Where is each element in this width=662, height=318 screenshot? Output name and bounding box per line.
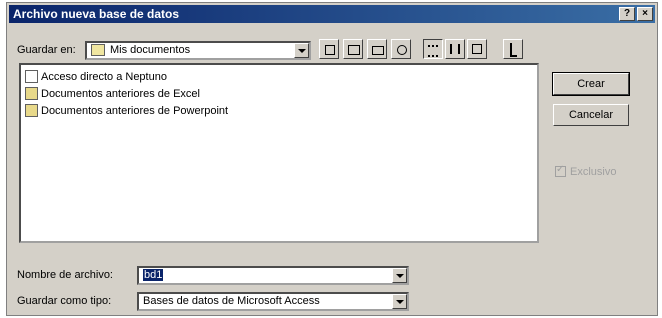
file-name: Documentos anteriores de Excel	[41, 88, 200, 100]
filename-label: Nombre de archivo:	[17, 269, 113, 281]
list-item[interactable]: Documentos anteriores de Powerpoint	[25, 103, 228, 119]
exclusive-label: Exclusivo	[570, 166, 617, 178]
exclusive-checkbox[interactable]: Exclusivo	[555, 164, 617, 178]
help-button[interactable]: ?	[619, 7, 635, 21]
save-in-value: Mis documentos	[110, 44, 191, 56]
details-view-icon	[450, 44, 460, 54]
list-view-icon	[428, 45, 438, 57]
back-icon	[325, 45, 335, 55]
up-folder-button[interactable]	[343, 39, 363, 59]
save-in-label: Guardar en:	[17, 44, 76, 56]
folder-icon	[25, 103, 38, 117]
chevron-down-icon[interactable]	[392, 268, 407, 283]
globe-icon	[397, 45, 407, 55]
close-button[interactable]: ×	[637, 7, 653, 21]
filename-value: bd1	[143, 269, 164, 281]
cancel-button[interactable]: Cancelar	[553, 104, 629, 126]
list-item[interactable]: Acceso directo a Neptuno	[25, 69, 167, 85]
file-name: Acceso directo a Neptuno	[41, 71, 167, 83]
title-bar[interactable]: Archivo nueva base de datos ? ×	[9, 5, 655, 23]
properties-view-button[interactable]	[467, 39, 487, 59]
checkbox-icon	[555, 164, 566, 177]
chevron-down-icon[interactable]	[392, 294, 407, 309]
file-list[interactable]: Acceso directo a Neptuno Documentos ante…	[19, 63, 539, 243]
filetype-dropdown[interactable]: Bases de datos de Microsoft Access	[137, 292, 409, 311]
list-view-button[interactable]	[423, 39, 443, 59]
new-database-dialog: Archivo nueva base de datos ? × Guardar …	[6, 2, 658, 316]
properties-view-icon	[472, 44, 482, 54]
folder-icon	[91, 44, 105, 57]
new-folder-icon	[372, 46, 384, 55]
filetype-label: Guardar como tipo:	[17, 295, 112, 307]
search-web-button[interactable]	[391, 39, 411, 59]
chevron-down-icon[interactable]	[294, 43, 309, 58]
dialog-title: Archivo nueva base de datos	[13, 7, 180, 21]
filename-input[interactable]: bd1	[137, 266, 409, 285]
up-folder-icon	[348, 45, 360, 55]
create-button[interactable]: Crear	[552, 72, 630, 96]
details-view-button[interactable]	[445, 39, 465, 59]
list-item[interactable]: Documentos anteriores de Excel	[25, 86, 200, 102]
tools-button[interactable]	[503, 39, 523, 59]
folder-icon	[25, 86, 38, 100]
back-button[interactable]	[319, 39, 339, 59]
filetype-value: Bases de datos de Microsoft Access	[143, 295, 320, 307]
new-folder-button[interactable]	[367, 39, 387, 59]
file-name: Documentos anteriores de Powerpoint	[41, 105, 229, 117]
tools-icon	[510, 43, 517, 57]
save-in-dropdown[interactable]: Mis documentos	[85, 41, 311, 60]
shortcut-icon	[25, 69, 38, 83]
